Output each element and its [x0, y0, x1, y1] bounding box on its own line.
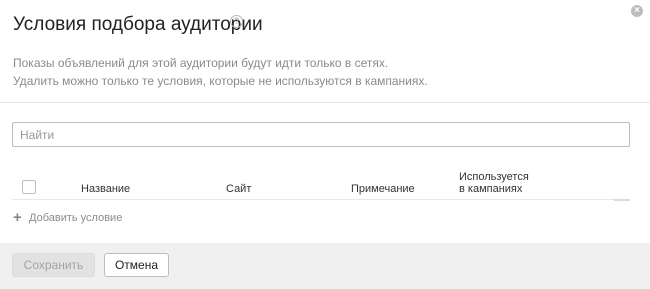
column-header-used-line-1: Используется [459, 171, 529, 183]
column-header-name[interactable]: Название [81, 183, 130, 195]
dialog-title: Условия подбора аудитории [13, 14, 263, 35]
column-header-site[interactable]: Сайт [226, 183, 251, 195]
plus-icon: + [13, 209, 22, 226]
add-condition-label: Добавить условие [29, 212, 123, 224]
column-header-used-in-campaigns[interactable]: Используется в кампаниях [459, 171, 529, 195]
save-button[interactable]: Сохранить [12, 253, 95, 277]
table-header-divider [12, 199, 630, 200]
cancel-button[interactable]: Отмена [104, 253, 169, 277]
divider [0, 102, 650, 103]
table-scrollbar-stub [614, 199, 630, 201]
add-condition-link[interactable]: + Добавить условие [13, 210, 122, 226]
dialog-description: Показы объявлений для этой аудитории буд… [13, 54, 428, 90]
audience-conditions-dialog: Условия подбора аудитории ? × Показы объ… [0, 0, 650, 289]
description-line-1: Показы объявлений для этой аудитории буд… [13, 56, 389, 70]
description-line-2: Удалить можно только те условия, которые… [13, 74, 428, 88]
column-header-used-line-2: в кампаниях [459, 183, 523, 195]
close-icon[interactable]: × [631, 5, 643, 17]
select-all-checkbox[interactable] [22, 180, 36, 194]
dialog-footer: Сохранить Отмена [0, 243, 650, 289]
search-field[interactable] [12, 122, 630, 147]
search-input[interactable] [13, 123, 620, 146]
help-icon[interactable]: ? [230, 15, 243, 28]
column-header-note[interactable]: Примечание [351, 183, 415, 195]
